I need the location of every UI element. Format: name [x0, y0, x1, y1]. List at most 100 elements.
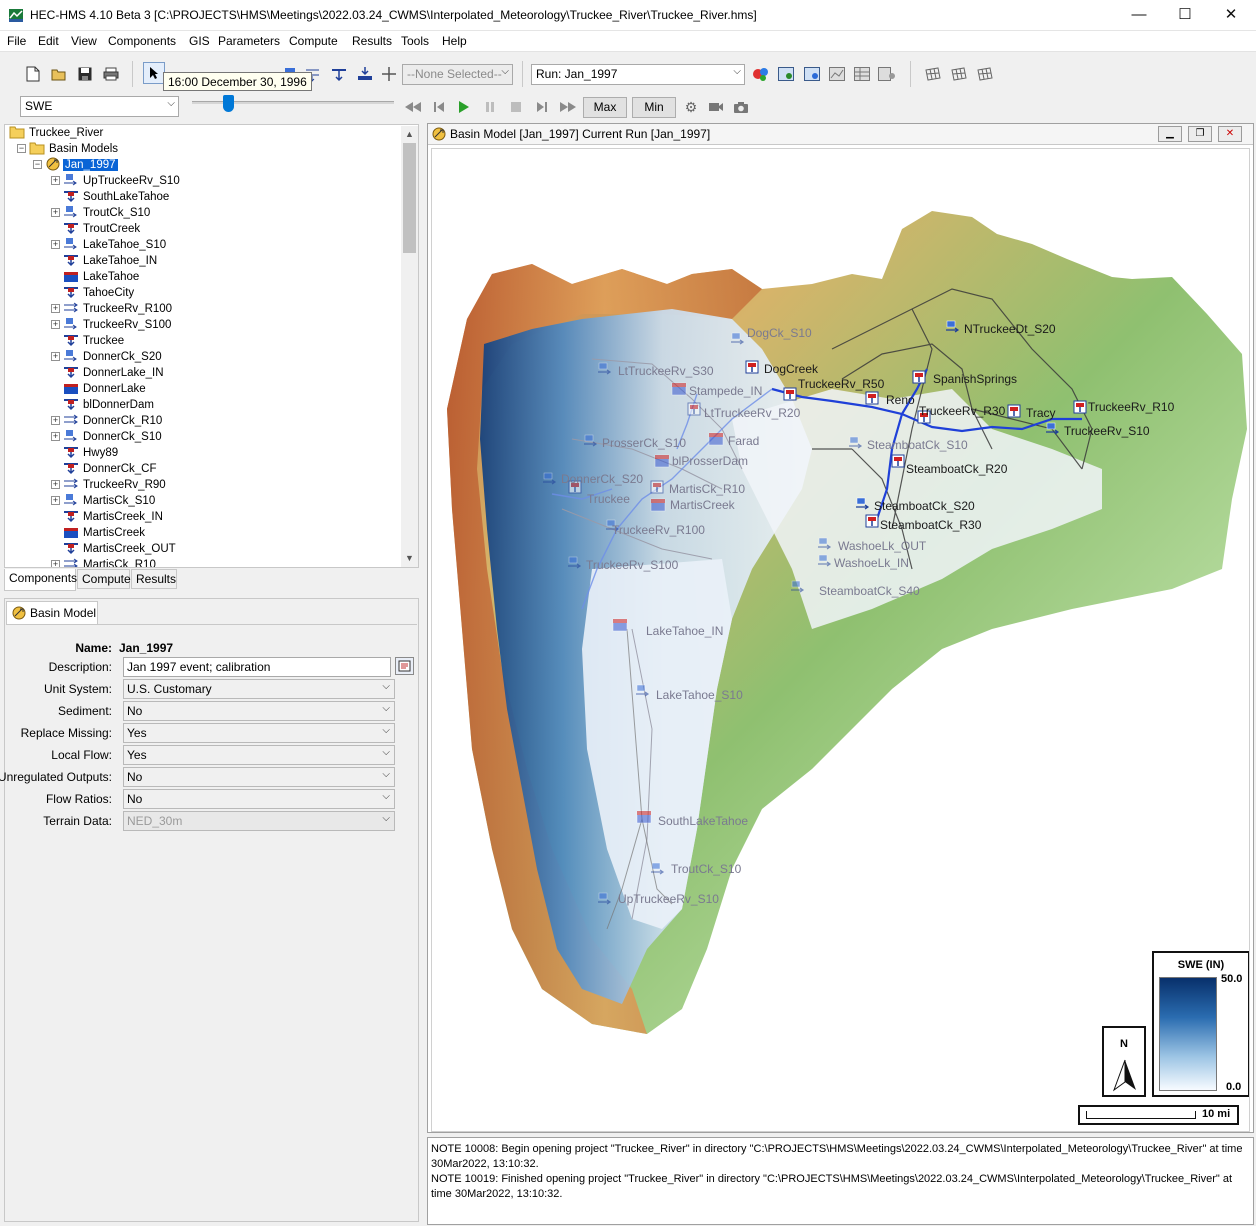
menu-results[interactable]: Results: [352, 34, 392, 48]
save-icon[interactable]: [74, 63, 96, 85]
tree-item-element[interactable]: + MartisCk_R10: [51, 557, 158, 567]
print-icon[interactable]: [100, 63, 122, 85]
grid-tool-1-icon[interactable]: [922, 63, 944, 85]
description-editor-button[interactable]: [395, 657, 414, 675]
menu-tools[interactable]: Tools: [401, 34, 429, 48]
property-select[interactable]: Yes ⌵: [123, 745, 395, 765]
crosshair-tool-icon[interactable]: [378, 63, 400, 85]
view-global-summary-icon[interactable]: [801, 63, 823, 85]
property-select[interactable]: No ⌵: [123, 789, 395, 809]
tree-item-element[interactable]: + TruckeeRv_S100: [51, 317, 173, 333]
view-graph-icon[interactable]: [826, 63, 848, 85]
tree-item-element[interactable]: Truckee: [63, 333, 126, 349]
tab-results[interactable]: Results: [131, 569, 177, 589]
play-icon[interactable]: [453, 96, 475, 118]
gear-icon[interactable]: ⚙: [680, 96, 702, 118]
element-select-dropdown[interactable]: --None Selected-- ⌵: [402, 64, 513, 85]
skip-to-end-icon[interactable]: [557, 96, 579, 118]
tree-expand-toggle[interactable]: +: [51, 480, 60, 489]
step-back-icon[interactable]: [428, 96, 450, 118]
tree-item-element[interactable]: + TruckeeRv_R100: [51, 301, 174, 317]
time-slider-thumb[interactable]: [223, 95, 234, 112]
tree-expand-toggle[interactable]: −: [33, 160, 42, 169]
map-element-martiscreek[interactable]: [650, 498, 666, 512]
pause-icon[interactable]: [479, 96, 501, 118]
map-element-truckeerv-r10[interactable]: [1073, 400, 1087, 414]
menu-parameters[interactable]: Parameters: [218, 34, 280, 48]
tree-expand-toggle[interactable]: +: [51, 304, 60, 313]
map-element-truckeerv-r50[interactable]: [783, 387, 797, 401]
menu-edit[interactable]: Edit: [38, 34, 59, 48]
tree-item-basin-model[interactable]: − Jan_1997: [33, 157, 118, 173]
map-element-steamboatck-r30[interactable]: [865, 514, 879, 528]
menu-file[interactable]: File: [7, 34, 26, 48]
scroll-down-arrow-icon[interactable]: ▼: [401, 550, 418, 566]
tree-item-element[interactable]: SouthLakeTahoe: [63, 189, 171, 205]
view-summary-table-icon[interactable]: [851, 63, 873, 85]
map-element-southlaketahoe[interactable]: [636, 810, 652, 824]
tree-expand-toggle[interactable]: +: [51, 432, 60, 441]
add-sink-tool-icon[interactable]: [354, 63, 376, 85]
menu-help[interactable]: Help: [442, 34, 467, 48]
menu-gis[interactable]: GIS: [189, 34, 210, 48]
tree-item-element[interactable]: + LakeTahoe_S10: [51, 237, 168, 253]
menu-view[interactable]: View: [71, 34, 97, 48]
minimize-button[interactable]: —: [1116, 0, 1162, 30]
tree-item-element[interactable]: MartisCreek_IN: [63, 509, 165, 525]
map-element-martisck-r10[interactable]: [650, 480, 664, 494]
tree-expand-toggle[interactable]: +: [51, 320, 60, 329]
map-element-spanishsprings[interactable]: [912, 370, 926, 384]
grid-variable-dropdown[interactable]: SWE ⌵: [20, 96, 179, 117]
basin-map-svg[interactable]: DogCk_S10 DogCreek NTruckeeDt_S20 LtTruckee…: [432, 149, 1250, 1132]
tab-basin-model[interactable]: Basin Model: [6, 601, 98, 624]
tree-item-element[interactable]: MartisCreek_OUT: [63, 541, 178, 557]
map-element-tracy[interactable]: [1007, 404, 1021, 418]
video-camera-icon[interactable]: [705, 96, 727, 118]
camera-icon[interactable]: [730, 96, 752, 118]
view-timeseries-table-icon[interactable]: [876, 63, 898, 85]
arrow-tool-icon[interactable]: [143, 62, 165, 84]
tree-expand-toggle[interactable]: +: [51, 240, 60, 249]
compute-run-icon[interactable]: [750, 63, 772, 85]
tab-compute[interactable]: Compute: [77, 569, 131, 589]
map-restore-button[interactable]: ❐: [1188, 126, 1212, 142]
map-element-blprosserdam[interactable]: [654, 454, 670, 468]
tree-expand-toggle[interactable]: +: [51, 560, 60, 567]
description-input[interactable]: Jan 1997 event; calibration: [123, 657, 391, 677]
step-forward-icon[interactable]: [531, 96, 553, 118]
tree-scrollbar[interactable]: ▲ ▼: [401, 126, 418, 567]
tree-item-element[interactable]: DonnerLake_IN: [63, 365, 166, 381]
tree-expand-toggle[interactable]: +: [51, 352, 60, 361]
stop-icon[interactable]: [505, 96, 527, 118]
open-folder-icon[interactable]: [48, 63, 70, 85]
new-file-icon[interactable]: [22, 63, 44, 85]
grid-tool-3-icon[interactable]: [974, 63, 996, 85]
tree-item-element[interactable]: + UpTruckeeRv_S10: [51, 173, 182, 189]
tree-item-element[interactable]: + TruckeeRv_R90: [51, 477, 168, 493]
tree-item-element[interactable]: TahoeCity: [63, 285, 136, 301]
tree-item-element[interactable]: + MartisCk_S10: [51, 493, 157, 509]
tree-item-basin-models[interactable]: − Basin Models: [17, 141, 120, 157]
tree-item-element[interactable]: + DonnerCk_S20: [51, 349, 164, 365]
run-select-dropdown[interactable]: Run: Jan_1997 ⌵: [531, 64, 745, 85]
tree-expand-toggle[interactable]: +: [51, 416, 60, 425]
map-element-steamboatck-r20[interactable]: [891, 454, 905, 468]
menu-compute[interactable]: Compute: [289, 34, 338, 48]
tree-item-element[interactable]: blDonnerDam: [63, 397, 156, 413]
scroll-up-arrow-icon[interactable]: ▲: [401, 126, 418, 142]
tree-expand-toggle[interactable]: −: [17, 144, 26, 153]
add-junction-tool-icon[interactable]: [328, 63, 350, 85]
tree-expand-toggle[interactable]: +: [51, 176, 60, 185]
tree-item-element[interactable]: LakeTahoe_IN: [63, 253, 159, 269]
maximize-button[interactable]: ☐: [1162, 0, 1208, 30]
tree-item-element[interactable]: LakeTahoe: [63, 269, 141, 285]
map-minimize-button[interactable]: ▁: [1158, 126, 1182, 142]
tree-item-element[interactable]: Hwy89: [63, 445, 120, 461]
tree-item-element[interactable]: DonnerCk_CF: [63, 461, 159, 477]
map-close-button[interactable]: ✕: [1218, 126, 1242, 142]
tree-item-element[interactable]: TroutCreek: [63, 221, 142, 237]
map-element-lttruckeerv-r20[interactable]: [687, 402, 701, 416]
menu-components[interactable]: Components: [108, 34, 176, 48]
map-element-laketahoe-in[interactable]: [612, 618, 628, 632]
tree-item-element[interactable]: + DonnerCk_R10: [51, 413, 164, 429]
